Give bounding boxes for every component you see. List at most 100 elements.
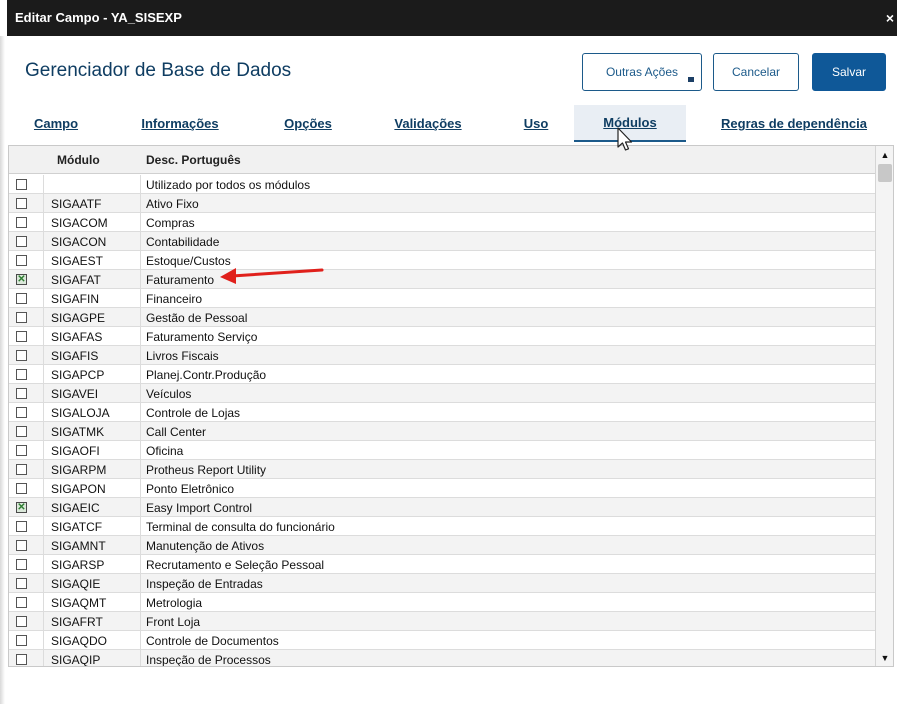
module-checkbox[interactable] [16, 521, 27, 532]
table-row[interactable]: SIGAQIP Inspeção de Processos [9, 650, 875, 667]
module-checkbox[interactable] [16, 236, 27, 247]
scroll-down-icon[interactable]: ▼ [876, 649, 893, 666]
module-checkbox[interactable] [16, 350, 27, 361]
module-checkbox[interactable] [16, 217, 27, 228]
table-row[interactable]: SIGACON Contabilidade [9, 232, 875, 251]
module-code: SIGARPM [51, 463, 107, 477]
module-checkbox[interactable] [16, 407, 27, 418]
close-icon[interactable]: × [883, 10, 897, 26]
table-row[interactable]: SIGACOM Compras [9, 213, 875, 232]
tab-informacoes[interactable]: Informações [128, 105, 232, 142]
save-button[interactable]: Salvar [812, 53, 886, 91]
module-description: Ativo Fixo [146, 197, 199, 211]
tab-uso[interactable]: Uso [510, 105, 562, 142]
table-row[interactable]: SIGAATF Ativo Fixo [9, 194, 875, 213]
table-row[interactable]: ✕ SIGAFAT Faturamento [9, 270, 875, 289]
column-divider [43, 308, 44, 327]
module-checkbox[interactable] [16, 483, 27, 494]
module-description: Call Center [146, 425, 207, 439]
table-row[interactable]: SIGAMNT Manutenção de Ativos [9, 536, 875, 555]
module-code: SIGAQIP [51, 653, 101, 667]
table-row[interactable]: SIGAFIS Livros Fiscais [9, 346, 875, 365]
column-divider [43, 574, 44, 593]
module-checkbox[interactable] [16, 388, 27, 399]
scroll-thumb[interactable] [878, 164, 892, 182]
dialog-window: Editar Campo - YA_SISEXP × Gerenciador d… [0, 0, 897, 704]
module-description: Faturamento Serviço [146, 330, 258, 344]
module-description: Livros Fiscais [146, 349, 219, 363]
module-checkbox[interactable] [16, 331, 27, 342]
tab-campo[interactable]: Campo [22, 105, 90, 142]
column-header-desc[interactable]: Desc. Português [146, 153, 241, 167]
scroll-up-icon[interactable]: ▲ [876, 146, 893, 163]
outras-acoes-label: Outras Ações [605, 65, 679, 79]
window-title: Editar Campo - YA_SISEXP [15, 10, 182, 25]
module-code: SIGAEST [51, 254, 104, 268]
table-row[interactable]: SIGALOJA Controle de Lojas [9, 403, 875, 422]
cancel-label: Cancelar [731, 65, 781, 79]
module-description: Oficina [146, 444, 184, 458]
column-divider [43, 270, 44, 289]
table-row[interactable]: SIGARSP Recrutamento e Seleção Pessoal [9, 555, 875, 574]
table-row[interactable]: SIGAQMT Metrologia [9, 593, 875, 612]
module-checkbox[interactable] [16, 426, 27, 437]
table-row[interactable]: Utilizado por todos os módulos [9, 175, 875, 194]
table-row[interactable]: SIGAVEI Veículos [9, 384, 875, 403]
module-checkbox[interactable] [16, 293, 27, 304]
module-checkbox[interactable]: ✕ [16, 502, 27, 513]
table-row[interactable]: SIGAGPE Gestão de Pessoal [9, 308, 875, 327]
module-checkbox[interactable] [16, 255, 27, 266]
table-row[interactable]: SIGAPCP Planej.Contr.Produção [9, 365, 875, 384]
column-divider [43, 232, 44, 251]
module-checkbox[interactable] [16, 445, 27, 456]
tab-opcoes[interactable]: Opções [270, 105, 346, 142]
column-divider [43, 403, 44, 422]
left-edge-shadow [0, 36, 5, 704]
column-divider [43, 555, 44, 574]
column-header-modulo[interactable]: Módulo [57, 153, 100, 167]
title-bar: Editar Campo - YA_SISEXP × [7, 0, 897, 36]
module-checkbox[interactable] [16, 654, 27, 665]
module-checkbox[interactable] [16, 635, 27, 646]
module-code: SIGAQIE [51, 577, 101, 591]
module-checkbox[interactable] [16, 540, 27, 551]
table-row[interactable]: SIGAQDO Controle de Documentos [9, 631, 875, 650]
tab-validacoes[interactable]: Validações [380, 105, 476, 142]
table-row[interactable]: SIGAFIN Financeiro [9, 289, 875, 308]
tab-regras-de-dependencia[interactable]: Regras de dependência [702, 105, 886, 142]
table-row[interactable]: SIGAQIE Inspeção de Entradas [9, 574, 875, 593]
module-checkbox[interactable] [16, 597, 27, 608]
module-checkbox[interactable] [16, 369, 27, 380]
table-row[interactable]: SIGAFAS Faturamento Serviço [9, 327, 875, 346]
table-row[interactable]: SIGARPM Protheus Report Utility [9, 460, 875, 479]
table-row[interactable]: SIGATMK Call Center [9, 422, 875, 441]
module-checkbox[interactable]: ✕ [16, 274, 27, 285]
table-row[interactable]: SIGAPON Ponto Eletrônico [9, 479, 875, 498]
module-description: Protheus Report Utility [146, 463, 267, 477]
module-checkbox[interactable] [16, 616, 27, 627]
module-checkbox[interactable] [16, 312, 27, 323]
module-description: Financeiro [146, 292, 203, 306]
cancel-button[interactable]: Cancelar [713, 53, 799, 91]
outras-acoes-button[interactable]: Outras Ações [582, 53, 702, 91]
vertical-scrollbar[interactable]: ▲ ▼ [875, 146, 893, 666]
module-checkbox[interactable] [16, 198, 27, 209]
table-row[interactable]: ✕ SIGAEIC Easy Import Control [9, 498, 875, 517]
module-code: SIGAFAT [51, 273, 101, 287]
table-row[interactable]: SIGAEST Estoque/Custos [9, 251, 875, 270]
column-divider [43, 631, 44, 650]
module-checkbox[interactable] [16, 179, 27, 190]
module-checkbox[interactable] [16, 578, 27, 589]
module-description: Metrologia [146, 596, 203, 610]
column-divider [43, 460, 44, 479]
module-code: SIGAATF [51, 197, 102, 211]
table-row[interactable]: SIGATCF Terminal de consulta do funcionár… [9, 517, 875, 536]
table-row[interactable]: SIGAOFI Oficina [9, 441, 875, 460]
module-checkbox[interactable] [16, 464, 27, 475]
module-checkbox[interactable] [16, 559, 27, 570]
grid-body: Utilizado por todos os módulos SIGAATF Ati… [9, 175, 875, 667]
table-row[interactable]: SIGAFRT Front Loja [9, 612, 875, 631]
module-description: Ponto Eletrônico [146, 482, 235, 496]
module-code: SIGARSP [51, 558, 105, 572]
column-divider [43, 175, 44, 194]
